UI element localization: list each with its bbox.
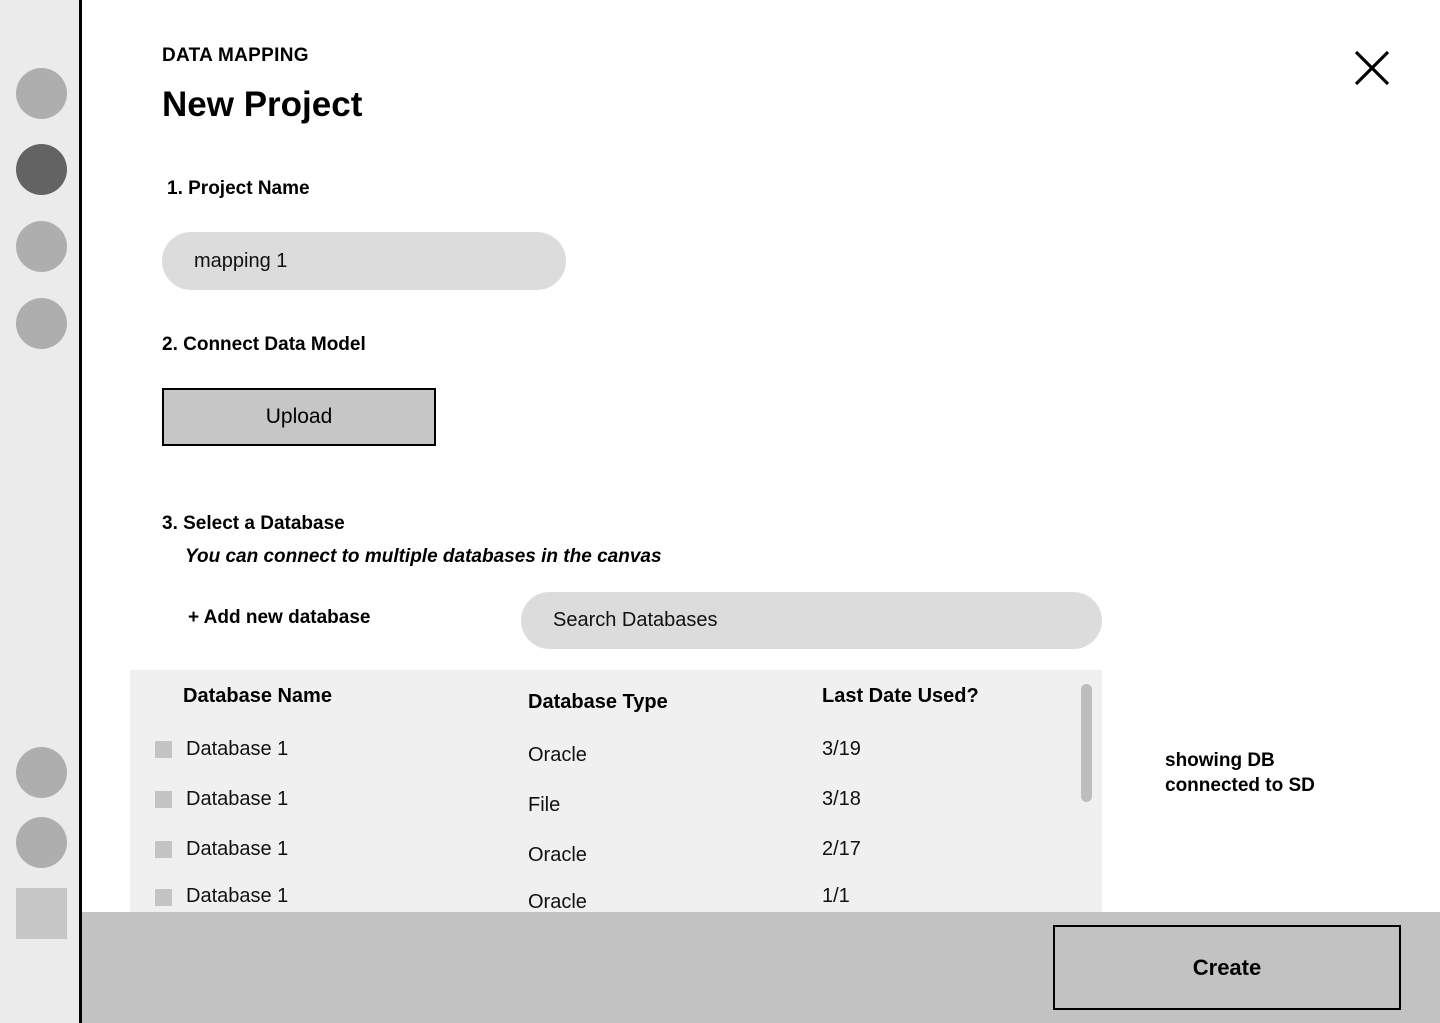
cell-last-date-used: 3/19	[822, 738, 861, 760]
add-new-database-button[interactable]: + Add new database	[188, 607, 371, 629]
row-checkbox[interactable]	[155, 741, 172, 758]
cell-last-date-used: 1/1	[822, 885, 850, 907]
rail-item-5[interactable]	[16, 747, 67, 798]
column-header-last-date-used[interactable]: Last Date Used?	[822, 685, 979, 708]
row-checkbox[interactable]	[155, 889, 172, 906]
annotation-line-1: showing DB	[1165, 750, 1275, 771]
step-1-label: 1. Project Name	[167, 178, 310, 199]
rail-item-7-square[interactable]	[16, 888, 67, 939]
cell-last-date-used: 3/18	[822, 788, 861, 810]
cell-database-type: Oracle	[528, 844, 587, 866]
cell-database-name: Database 1	[186, 885, 289, 907]
cell-database-type: Oracle	[528, 891, 587, 913]
column-header-database-name[interactable]: Database Name	[183, 685, 332, 708]
row-checkbox[interactable]	[155, 791, 172, 808]
search-databases-placeholder: Search Databases	[553, 609, 718, 631]
table-scrollbar-thumb[interactable]	[1081, 684, 1092, 802]
step-3-note: You can connect to multiple databases in…	[185, 546, 662, 567]
app-root: DATA MAPPING New Project 1. Project Name…	[0, 0, 1440, 1023]
upload-button-label: Upload	[265, 405, 333, 428]
breadcrumb-eyebrow: DATA MAPPING	[162, 45, 309, 66]
step-3-label: 3. Select a Database	[162, 513, 345, 534]
search-databases-input[interactable]: Search Databases	[521, 592, 1102, 649]
rail-item-1[interactable]	[16, 68, 67, 119]
cell-database-name: Database 1	[186, 738, 289, 760]
column-header-database-type[interactable]: Database Type	[528, 691, 668, 714]
rail-item-6[interactable]	[16, 817, 67, 868]
rail-item-3[interactable]	[16, 221, 67, 272]
cell-database-name: Database 1	[186, 838, 289, 860]
row-checkbox[interactable]	[155, 841, 172, 858]
cell-database-type: Oracle	[528, 744, 587, 766]
upload-button[interactable]: Upload	[162, 388, 436, 446]
annotation-line-2: connected to SD	[1165, 775, 1315, 796]
project-name-value: mapping 1	[194, 249, 288, 272]
annotation-note: showing DB connected to SD	[1165, 748, 1385, 798]
rail-item-4[interactable]	[16, 298, 67, 349]
rail-item-2-active[interactable]	[16, 144, 67, 195]
create-button[interactable]: Create	[1053, 925, 1401, 1010]
create-button-label: Create	[1192, 954, 1262, 980]
left-rail	[0, 0, 82, 1023]
project-name-input[interactable]: mapping 1	[162, 232, 566, 290]
close-icon[interactable]	[1351, 47, 1393, 89]
step-2-label: 2. Connect Data Model	[162, 334, 366, 355]
page-title: New Project	[162, 85, 363, 124]
cell-database-name: Database 1	[186, 788, 289, 810]
database-table: Database Name Database Type Last Date Us…	[130, 670, 1102, 915]
cell-last-date-used: 2/17	[822, 838, 861, 860]
cell-database-type: File	[528, 794, 561, 816]
